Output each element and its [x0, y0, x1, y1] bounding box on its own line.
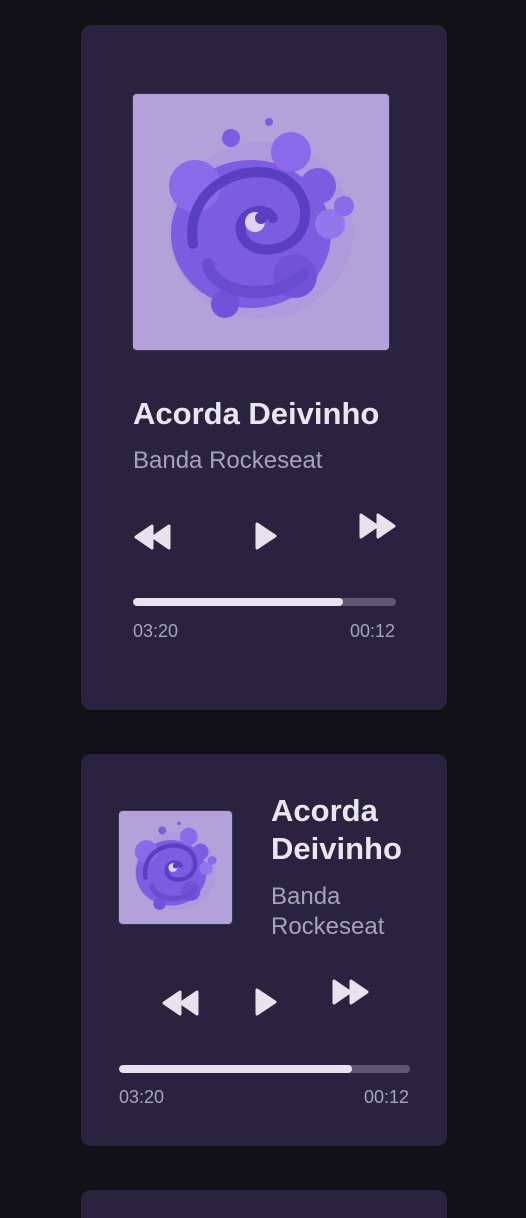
- play-button[interactable]: [245, 520, 285, 552]
- elapsed-time: 03:20: [119, 1087, 165, 1107]
- play-icon: [255, 522, 277, 550]
- play-icon: [255, 988, 277, 1016]
- album-art: [119, 811, 232, 924]
- song-title: Acorda Deivinho: [271, 792, 431, 868]
- artist-name-line: Rockeseat: [271, 913, 385, 940]
- rewind-button[interactable]: [161, 987, 201, 1019]
- player-card-partial: [81, 1190, 447, 1218]
- fast-forward-button[interactable]: [357, 510, 397, 542]
- music-player-page: Acorda Deivinho Banda Rockeseat 03:20 00…: [0, 0, 526, 1218]
- fast-forward-button[interactable]: [330, 976, 370, 1008]
- play-button[interactable]: [245, 986, 285, 1018]
- song-title-line: Acorda: [271, 793, 378, 828]
- remaining-time: 00:12: [349, 621, 395, 641]
- artist-name: Banda Rockeseat: [271, 882, 431, 942]
- song-title-line: Deivinho: [271, 831, 402, 866]
- progress-fill: [133, 598, 344, 606]
- rewind-icon: [162, 990, 199, 1016]
- elapsed-time: 03:20: [133, 621, 179, 641]
- player-card-compact: Acorda Deivinho Banda Rockeseat 03:20 00…: [81, 754, 447, 1146]
- progress-bar[interactable]: [133, 598, 396, 606]
- progress-fill: [119, 1065, 352, 1073]
- fast-forward-icon: [359, 513, 396, 539]
- player-card-large: Acorda Deivinho Banda Rockeseat 03:20 00…: [81, 25, 447, 710]
- artist-name-line: Banda: [271, 883, 341, 910]
- remaining-time: 00:12: [363, 1087, 409, 1107]
- song-title: Acorda Deivinho: [133, 396, 380, 431]
- artist-name: Banda Rockeseat: [133, 447, 323, 474]
- album-art-image: [119, 811, 232, 924]
- rewind-button[interactable]: [133, 521, 173, 553]
- fast-forward-icon: [332, 979, 369, 1005]
- album-art-image: [133, 94, 389, 350]
- album-art: [133, 94, 389, 350]
- rewind-icon: [134, 524, 171, 550]
- progress-bar[interactable]: [119, 1065, 410, 1073]
